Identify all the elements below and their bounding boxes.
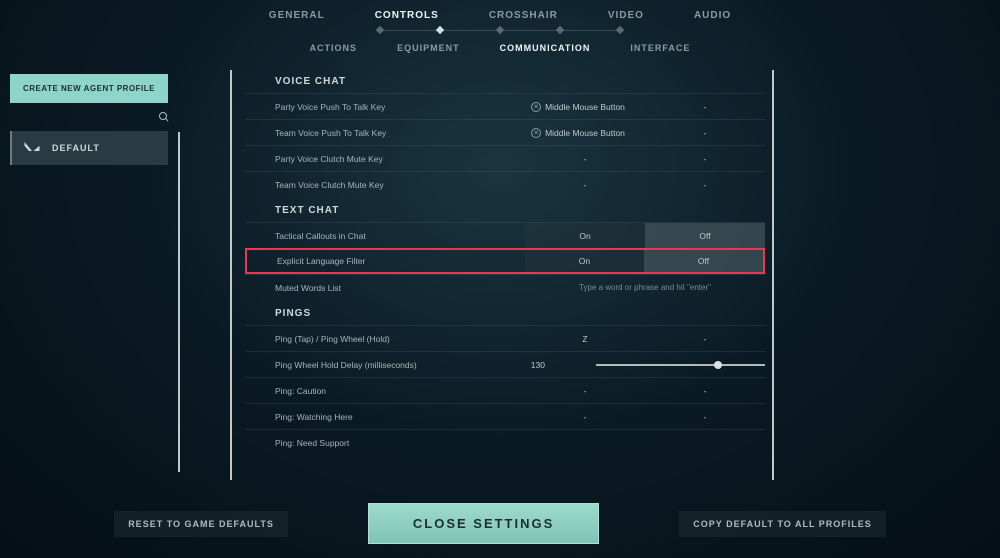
bind-party-ptt-1[interactable]: ✕Middle Mouse Button (525, 102, 645, 112)
label-muted-words: Muted Words List (245, 283, 525, 293)
subtab-communication[interactable]: COMMUNICATION (500, 43, 591, 53)
subtab-interface[interactable]: INTERFACE (630, 43, 690, 53)
label-ping-watching: Ping: Watching Here (245, 412, 525, 422)
profile-label: DEFAULT (52, 143, 100, 153)
content-divider-left (230, 70, 232, 480)
search-icon[interactable] (158, 111, 170, 123)
profile-default[interactable]: DEFAULT (10, 131, 168, 165)
bind-team-clutch-2[interactable]: - (645, 180, 765, 190)
row-explicit-filter: Explicit Language Filter On Off (245, 248, 765, 274)
search-row (10, 103, 190, 131)
label-ping-delay: Ping Wheel Hold Delay (milliseconds) (245, 360, 510, 370)
label-team-clutch: Team Voice Clutch Mute Key (245, 180, 525, 190)
sidebar: CREATE NEW AGENT PROFILE DEFAULT (10, 74, 190, 165)
bind-ping-watching-1[interactable]: - (525, 412, 645, 422)
bind-party-ptt-2[interactable]: - (645, 102, 765, 112)
tab-divider (0, 27, 1000, 33)
bind-party-clutch-1[interactable]: - (525, 154, 645, 164)
muted-words-input[interactable]: Type a word or phrase and hit "enter" (525, 283, 765, 292)
section-voice-chat: VOICE CHAT (245, 68, 765, 93)
section-pings: PINGS (245, 300, 765, 325)
tab-audio[interactable]: AUDIO (694, 8, 731, 23)
bind-ping-wheel-2[interactable]: - (645, 334, 765, 344)
reset-defaults-button[interactable]: RESET TO GAME DEFAULTS (114, 511, 288, 537)
row-ping-wheel: Ping (Tap) / Ping Wheel (Hold) Z - (245, 325, 765, 351)
bind-party-clutch-2[interactable]: - (645, 154, 765, 164)
toggle-callouts-off[interactable]: Off (645, 223, 765, 248)
row-team-clutch: Team Voice Clutch Mute Key - - (245, 171, 765, 197)
label-ping-need: Ping: Need Support (245, 438, 525, 448)
bind-ping-caution-1[interactable]: - (525, 386, 645, 396)
subtab-actions[interactable]: ACTIONS (310, 43, 358, 53)
val-ping-delay[interactable]: 130 (510, 360, 566, 370)
toggle-filter-off[interactable]: Off (644, 250, 763, 272)
row-ping-need: Ping: Need Support (245, 429, 765, 455)
row-team-ptt: Team Voice Push To Talk Key ✕Middle Mous… (245, 119, 765, 145)
toggle-callouts-on[interactable]: On (525, 223, 645, 248)
content-divider-right[interactable] (772, 70, 774, 480)
label-party-clutch: Party Voice Clutch Mute Key (245, 154, 525, 164)
label-team-ptt: Team Voice Push To Talk Key (245, 128, 525, 138)
slider-ping-delay[interactable] (596, 364, 765, 366)
row-party-clutch: Party Voice Clutch Mute Key - - (245, 145, 765, 171)
label-ping-caution: Ping: Caution (245, 386, 525, 396)
clear-icon[interactable]: ✕ (531, 128, 541, 138)
tab-general[interactable]: GENERAL (269, 8, 325, 23)
create-profile-button[interactable]: CREATE NEW AGENT PROFILE (10, 74, 168, 103)
section-text-chat: TEXT CHAT (245, 197, 765, 222)
label-ping-wheel: Ping (Tap) / Ping Wheel (Hold) (245, 334, 525, 344)
label-tactical-callouts: Tactical Callouts in Chat (245, 231, 525, 241)
tab-controls[interactable]: CONTROLS (375, 8, 439, 23)
row-ping-watching: Ping: Watching Here - - (245, 403, 765, 429)
clear-icon[interactable]: ✕ (531, 102, 541, 112)
row-party-ptt: Party Voice Push To Talk Key ✕Middle Mou… (245, 93, 765, 119)
label-party-ptt: Party Voice Push To Talk Key (245, 102, 525, 112)
row-ping-delay: Ping Wheel Hold Delay (milliseconds) 130 (245, 351, 765, 377)
slider-thumb[interactable] (714, 361, 722, 369)
valorant-icon (22, 138, 42, 158)
bind-team-ptt-1[interactable]: ✕Middle Mouse Button (525, 128, 645, 138)
bind-team-ptt-2[interactable]: - (645, 128, 765, 138)
top-tabs: GENERAL CONTROLS CROSSHAIR VIDEO AUDIO (0, 0, 1000, 23)
label-explicit-filter: Explicit Language Filter (247, 256, 525, 266)
toggle-filter-on[interactable]: On (525, 250, 644, 272)
sub-tabs: ACTIONS EQUIPMENT COMMUNICATION INTERFAC… (0, 43, 1000, 53)
bind-ping-watching-2[interactable]: - (645, 412, 765, 422)
bind-ping-wheel-1[interactable]: Z (525, 334, 645, 344)
subtab-equipment[interactable]: EQUIPMENT (397, 43, 460, 53)
bind-ping-caution-2[interactable]: - (645, 386, 765, 396)
copy-default-button[interactable]: COPY DEFAULT TO ALL PROFILES (679, 511, 886, 537)
tab-crosshair[interactable]: CROSSHAIR (489, 8, 558, 23)
tab-video[interactable]: VIDEO (608, 8, 644, 23)
row-muted-words: Muted Words List Type a word or phrase a… (245, 274, 765, 300)
row-ping-caution: Ping: Caution - - (245, 377, 765, 403)
row-tactical-callouts: Tactical Callouts in Chat On Off (245, 222, 765, 248)
bind-team-clutch-1[interactable]: - (525, 180, 645, 190)
settings-content: VOICE CHAT Party Voice Push To Talk Key … (245, 68, 765, 480)
footer: RESET TO GAME DEFAULTS CLOSE SETTINGS CO… (0, 503, 1000, 544)
sidebar-divider (178, 132, 180, 472)
close-settings-button[interactable]: CLOSE SETTINGS (368, 503, 599, 544)
